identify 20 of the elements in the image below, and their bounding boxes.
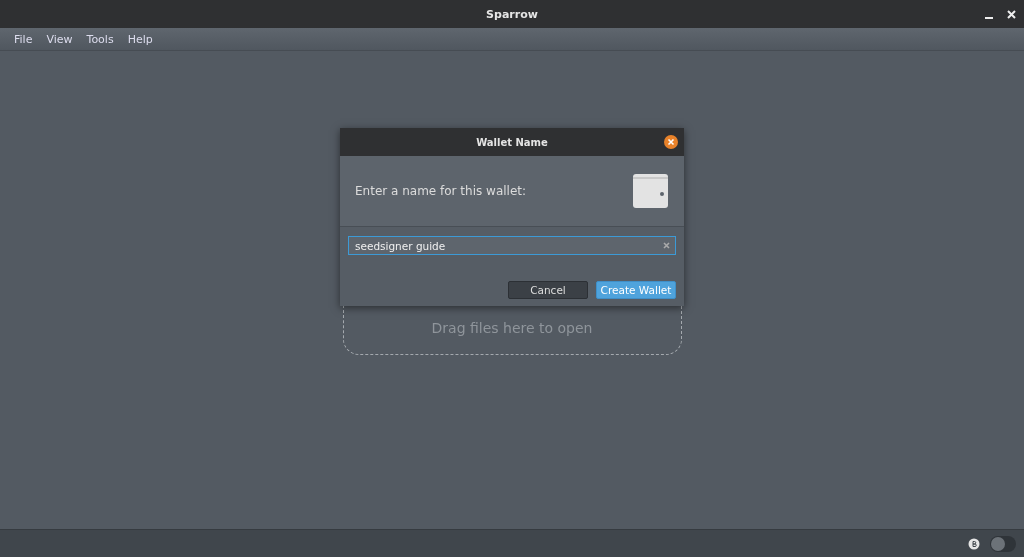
menu-item[interactable]: File <box>8 30 39 48</box>
menu-item[interactable]: View <box>40 30 79 48</box>
wallet-icon <box>632 174 670 208</box>
close-icon <box>667 138 675 146</box>
toggle-switch[interactable] <box>990 535 1016 552</box>
create-wallet-button[interactable]: Create Wallet <box>596 281 676 299</box>
menu-item[interactable]: Help <box>121 30 159 48</box>
prompt-text: Enter a name for this wallet: <box>355 184 527 198</box>
coin-icon[interactable] <box>968 537 980 550</box>
close-icon <box>1007 9 1016 19</box>
close-button[interactable] <box>1007 9 1016 19</box>
window-title: Sparrow <box>486 7 538 21</box>
cancel-button[interactable]: Cancel <box>508 281 588 299</box>
name-field[interactable]: seedsigner guide <box>348 236 676 255</box>
clear-icon[interactable] <box>663 242 670 249</box>
drop-zone-text: Drag files here to open <box>431 320 593 338</box>
dialog-title: Wallet Name <box>476 136 548 148</box>
minimize-icon <box>985 16 993 19</box>
menu-item[interactable]: Tools <box>80 30 120 48</box>
close-button[interactable] <box>664 135 678 149</box>
